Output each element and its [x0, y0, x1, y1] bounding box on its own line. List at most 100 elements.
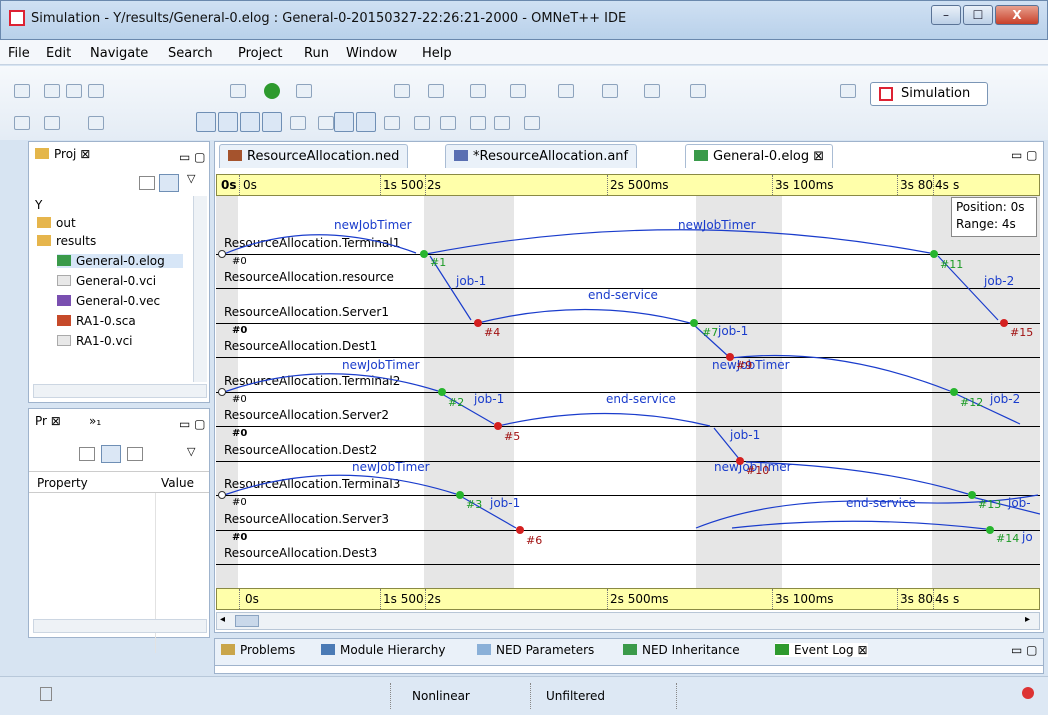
tree-item-general-vci[interactable]: General-0.vci — [57, 274, 156, 288]
minimize-editor-icon[interactable]: ▭ ▢ — [1011, 148, 1038, 162]
event-marker[interactable] — [950, 388, 958, 396]
event-marker[interactable] — [218, 491, 226, 499]
menu-run[interactable]: Run — [304, 46, 329, 61]
scroll-left-icon[interactable]: ◂ — [220, 614, 225, 625]
back-nav-icon[interactable] — [602, 84, 618, 98]
save-icon[interactable] — [44, 84, 60, 98]
maximize-button[interactable]: ☐ — [963, 5, 993, 25]
debug-icon[interactable] — [230, 84, 246, 98]
axis-icon[interactable] — [384, 116, 400, 130]
forward-icon[interactable] — [690, 84, 706, 98]
event-marker[interactable] — [420, 250, 428, 258]
event-marker[interactable] — [516, 526, 524, 534]
open-perspective-icon[interactable] — [840, 84, 856, 98]
menu-project[interactable]: Project — [238, 46, 282, 61]
menu-edit[interactable]: Edit — [46, 46, 71, 61]
event-marker[interactable] — [494, 422, 502, 430]
prev-annotation-icon[interactable] — [558, 84, 574, 98]
tree-item-general-elog[interactable]: General-0.elog — [57, 254, 183, 268]
event-marker[interactable] — [930, 250, 938, 258]
menu-navigate[interactable]: Navigate — [90, 46, 148, 61]
tree-item-general-vec[interactable]: General-0.vec — [57, 294, 160, 308]
arrange-icon[interactable] — [88, 116, 104, 130]
sequence-chart[interactable]: ResourceAllocation.Terminal1 ResourceAll… — [216, 196, 1040, 588]
minimize-bottom-icon[interactable]: ▭ ▢ — [1011, 643, 1038, 657]
align-left-icon[interactable] — [414, 116, 430, 130]
print-icon[interactable] — [88, 84, 104, 98]
collapse-all-icon[interactable] — [139, 176, 155, 190]
filter-icon[interactable] — [14, 116, 30, 130]
tree-item-ra1-sca[interactable]: RA1-0.sca — [57, 314, 136, 328]
event-marker[interactable] — [218, 250, 226, 258]
menu-search[interactable]: Search — [168, 46, 213, 61]
tree-item-results[interactable]: results — [37, 234, 96, 248]
chart-horizontal-scrollbar[interactable]: ◂ ▸ — [216, 612, 1040, 630]
minimize-panel-icon[interactable]: ▭ ▢ — [179, 150, 206, 164]
sort-icon[interactable] — [44, 116, 60, 130]
event-marker[interactable] — [968, 491, 976, 499]
tab-module-hierarchy[interactable]: Module Hierarchy — [321, 643, 445, 657]
next-annotation-icon[interactable] — [510, 84, 526, 98]
tab-elog-file[interactable]: General-0.elog ⊠ — [685, 144, 834, 168]
show-arrow-icon[interactable] — [240, 112, 260, 132]
event-marker[interactable] — [1000, 319, 1008, 327]
zoom-in-icon[interactable] — [470, 116, 486, 130]
show-reuse-icon[interactable] — [356, 112, 376, 132]
tree-item-project[interactable]: Y — [35, 198, 42, 212]
tab-properties[interactable]: Pr ⊠ — [35, 409, 61, 435]
external-tools-icon[interactable] — [296, 84, 312, 98]
tab-ned-file[interactable]: ResourceAllocation.ned — [219, 144, 409, 168]
show-message-icon[interactable] — [334, 112, 354, 132]
simulation-perspective-button[interactable]: Simulation — [870, 82, 988, 106]
tree-horizontal-scrollbar[interactable] — [33, 384, 207, 398]
scrollbar-thumb[interactable] — [235, 615, 259, 627]
tab-overflow[interactable]: »₁ — [89, 409, 101, 435]
filter-properties-icon[interactable] — [127, 447, 143, 461]
event-marker[interactable] — [736, 457, 744, 465]
new-icon[interactable] — [14, 84, 30, 98]
fast-view-icon[interactable] — [40, 687, 52, 701]
show-reuse-arrow-icon[interactable] — [262, 112, 282, 132]
event-marker[interactable] — [726, 353, 734, 361]
event-marker[interactable] — [986, 526, 994, 534]
event-marker[interactable] — [218, 388, 226, 396]
open-task-icon[interactable] — [470, 84, 486, 98]
align-right-icon[interactable] — [440, 116, 456, 130]
save-all-icon[interactable] — [66, 84, 82, 98]
show-self-message-icon[interactable] — [318, 116, 334, 130]
properties-horizontal-scrollbar[interactable] — [33, 619, 207, 633]
tree-item-ra1-vci[interactable]: RA1-0.vci — [57, 334, 133, 348]
back-icon[interactable] — [644, 84, 660, 98]
show-mixed-icon[interactable] — [290, 116, 306, 130]
event-marker[interactable] — [456, 491, 464, 499]
close-button[interactable]: X — [995, 5, 1039, 25]
scroll-right-icon[interactable]: ▸ — [1025, 614, 1030, 625]
event-marker[interactable] — [474, 319, 482, 327]
minimize-button[interactable]: – — [931, 5, 961, 25]
open-folder-icon[interactable] — [428, 84, 444, 98]
menu-help[interactable]: Help — [422, 46, 452, 61]
categories-icon[interactable] — [79, 447, 95, 461]
tree-vertical-scrollbar[interactable] — [193, 196, 207, 382]
tab-ned-inheritance[interactable]: NED Inheritance — [623, 643, 740, 657]
edit-icon[interactable] — [394, 84, 410, 98]
progress-icon[interactable] — [1022, 687, 1034, 699]
show-event-numbers-icon[interactable] — [196, 112, 216, 132]
tab-ned-parameters[interactable]: NED Parameters — [477, 643, 594, 657]
show-advanced-icon[interactable] — [101, 445, 121, 463]
tab-problems[interactable]: Problems — [221, 643, 295, 657]
link-with-editor-icon[interactable] — [159, 174, 179, 192]
tab-anf-file[interactable]: *ResourceAllocation.anf — [445, 144, 638, 168]
run-icon[interactable] — [264, 83, 280, 99]
tree-item-out[interactable]: out — [37, 216, 76, 230]
menu-window[interactable]: Window — [346, 46, 397, 61]
show-message-names-icon[interactable] — [218, 112, 238, 132]
view-menu-icon[interactable]: ▽ — [187, 445, 195, 458]
tab-event-log[interactable]: Event Log ⊠ — [775, 643, 868, 657]
zoom-out-icon[interactable] — [494, 116, 510, 130]
minimize-panel-icon[interactable]: ▭ ▢ — [179, 417, 206, 431]
event-marker[interactable] — [690, 319, 698, 327]
event-marker[interactable] — [438, 388, 446, 396]
menu-file[interactable]: File — [8, 46, 30, 61]
view-menu-icon[interactable]: ▽ — [187, 172, 195, 185]
